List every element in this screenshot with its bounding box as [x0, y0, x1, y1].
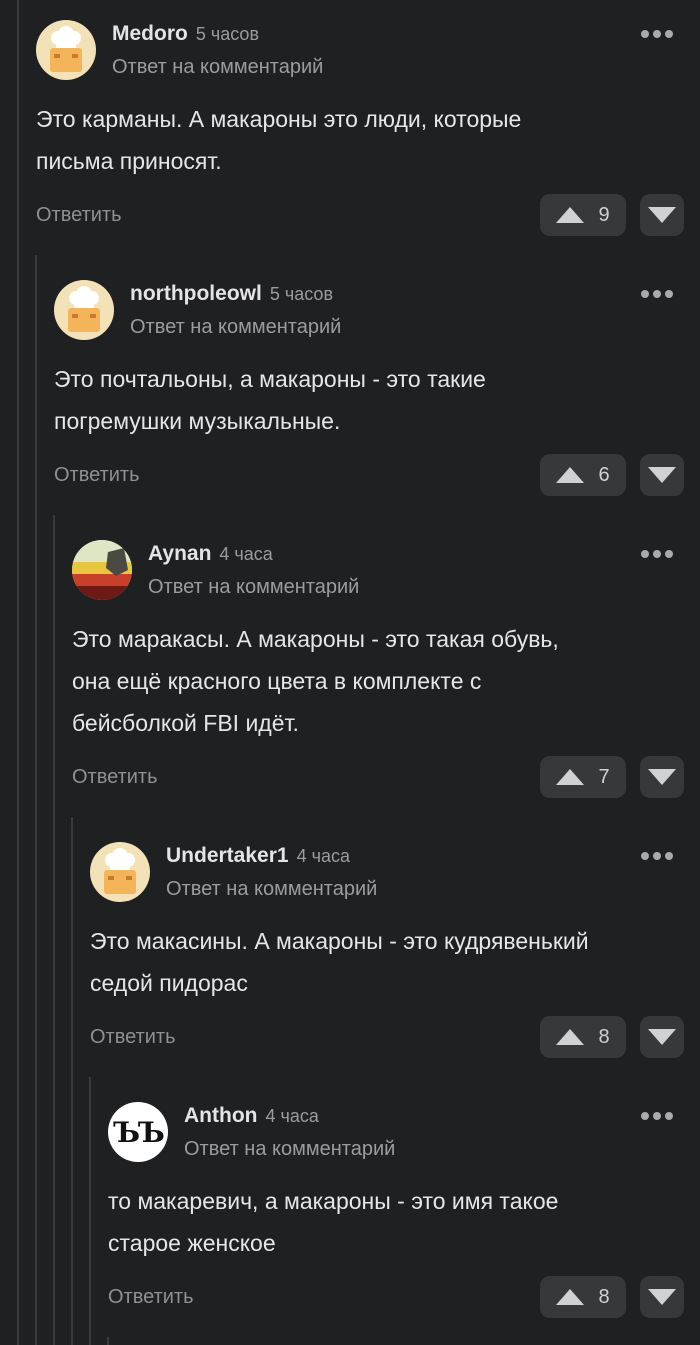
triangle-down-icon: [648, 1029, 676, 1045]
triangle-up-icon: [556, 769, 585, 785]
triangle-up-icon: [556, 207, 585, 223]
comment-text: то макаревич, а макароны - это имя такое…: [108, 1180, 660, 1264]
comment: Aynan 4 часа Ответ на комментарий Это мар…: [0, 520, 700, 817]
author-name[interactable]: Undertaker1: [166, 844, 289, 867]
reply-to-label[interactable]: Ответ на комментарий: [130, 316, 341, 339]
triangle-down-icon: [648, 1289, 676, 1305]
comment-time: 4 часа: [296, 846, 350, 866]
comment-time: 5 часов: [269, 284, 334, 304]
comment-time: 5 часов: [195, 24, 260, 44]
downvote-button[interactable]: [640, 194, 684, 236]
reply-button[interactable]: Ответить: [90, 1026, 176, 1049]
triangle-up-icon: [556, 1289, 585, 1305]
comment-author[interactable]: Aynan 4 часа: [148, 542, 273, 566]
reply-button[interactable]: Ответить: [108, 1286, 194, 1309]
upvote-button[interactable]: 6: [540, 454, 626, 496]
comment-author[interactable]: Anthon 4 часа: [184, 1104, 319, 1128]
author-name[interactable]: Anthon: [184, 1104, 257, 1127]
upvote-button[interactable]: 7: [540, 756, 626, 798]
vote-count: 8: [598, 1025, 610, 1048]
triangle-down-icon: [648, 467, 676, 483]
triangle-down-icon: [648, 207, 676, 223]
more-options-icon[interactable]: [641, 1108, 673, 1124]
comment-text-line: седой пидорас: [90, 970, 248, 996]
comment-text: Это карманы. А макароны это люди, которы…: [36, 98, 660, 182]
vote-count: 7: [598, 765, 610, 788]
upvote-button[interactable]: 9: [540, 194, 626, 236]
reply-to-label[interactable]: Ответ на комментарий: [184, 1138, 395, 1161]
author-name[interactable]: Medoro: [112, 22, 188, 45]
comment: Undertaker1 4 часа Ответ на комментарий Э…: [0, 822, 700, 1077]
vote-count: 9: [598, 203, 610, 226]
reply-to-label[interactable]: Ответ на комментарий: [148, 576, 359, 599]
comment-text-line: Это почтальоны, а макароны - это такие: [54, 366, 486, 392]
downvote-button[interactable]: [640, 454, 684, 496]
more-options-icon[interactable]: [641, 26, 673, 42]
vote-count: 8: [598, 1285, 610, 1308]
comment-text-line: Это макасины. А макароны - это кудрявень…: [90, 928, 589, 954]
comment-text-line: старое женское: [108, 1230, 276, 1256]
comment-text: Это маракасы. А макароны - это такая обу…: [72, 618, 660, 744]
triangle-up-icon: [556, 467, 585, 483]
downvote-button[interactable]: [640, 1276, 684, 1318]
comment-text-line: погремушки музыкальные.: [54, 408, 341, 434]
comment-text-line: письма приносят.: [36, 148, 222, 174]
downvote-button[interactable]: [640, 1016, 684, 1058]
chef-hat-avatar-icon[interactable]: [90, 842, 150, 902]
comment: northpoleowl 5 часов Ответ на комментарий…: [0, 260, 700, 515]
author-name[interactable]: northpoleowl: [130, 282, 262, 305]
upvote-button[interactable]: 8: [540, 1016, 626, 1058]
more-options-icon[interactable]: [641, 546, 673, 562]
reply-button[interactable]: Ответить: [54, 464, 140, 487]
comment-text-line: Это маракасы. А макароны - это такая обу…: [72, 626, 559, 652]
downvote-button[interactable]: [640, 756, 684, 798]
comment-author[interactable]: northpoleowl 5 часов: [130, 282, 333, 306]
comment-text: Это макасины. А макароны - это кудрявень…: [90, 920, 680, 1004]
more-options-icon[interactable]: [641, 286, 673, 302]
author-name[interactable]: Aynan: [148, 542, 211, 565]
comment-time: 4 часа: [265, 1106, 319, 1126]
comment-text-line: бейсболкой FBI идёт.: [72, 710, 299, 736]
reply-button[interactable]: Ответить: [36, 204, 122, 227]
chef-hat-avatar-icon[interactable]: [54, 280, 114, 340]
reply-to-label[interactable]: Ответ на комментарий: [166, 878, 377, 901]
triangle-up-icon: [556, 1029, 585, 1045]
comment-author[interactable]: Undertaker1 4 часа: [166, 844, 350, 868]
comment-text-line: она ещё красного цвета в комплекте с: [72, 668, 482, 694]
comment-text: Это почтальоны, а макароны - это такие п…: [54, 358, 660, 442]
comment-author[interactable]: Medoro 5 часов: [112, 22, 259, 46]
comment: Medoro 5 часов Ответ на комментарий Это к…: [0, 0, 700, 255]
chef-hat-avatar-icon[interactable]: [36, 20, 96, 80]
comment-text-line: то макаревич, а макароны - это имя такое: [108, 1188, 559, 1214]
comment-text-line: Это карманы. А макароны это люди, которы…: [36, 106, 522, 132]
reply-button[interactable]: Ответить: [72, 766, 158, 789]
photo-avatar-icon[interactable]: [72, 540, 132, 600]
upvote-button[interactable]: 8: [540, 1276, 626, 1318]
comment: ЪЪ Anthon 4 часа Ответ на комментарий то …: [0, 1082, 700, 1345]
more-options-icon[interactable]: [641, 848, 673, 864]
vote-count: 6: [598, 463, 610, 486]
avatar-letters: ЪЪ: [113, 1115, 165, 1149]
reply-to-label[interactable]: Ответ на комментарий: [112, 56, 323, 79]
comment-time: 4 часа: [219, 544, 273, 564]
comments-thread: Medoro 5 часов Ответ на комментарий Это к…: [0, 0, 700, 1345]
letters-avatar-icon[interactable]: ЪЪ: [108, 1102, 168, 1162]
triangle-down-icon: [648, 769, 676, 785]
